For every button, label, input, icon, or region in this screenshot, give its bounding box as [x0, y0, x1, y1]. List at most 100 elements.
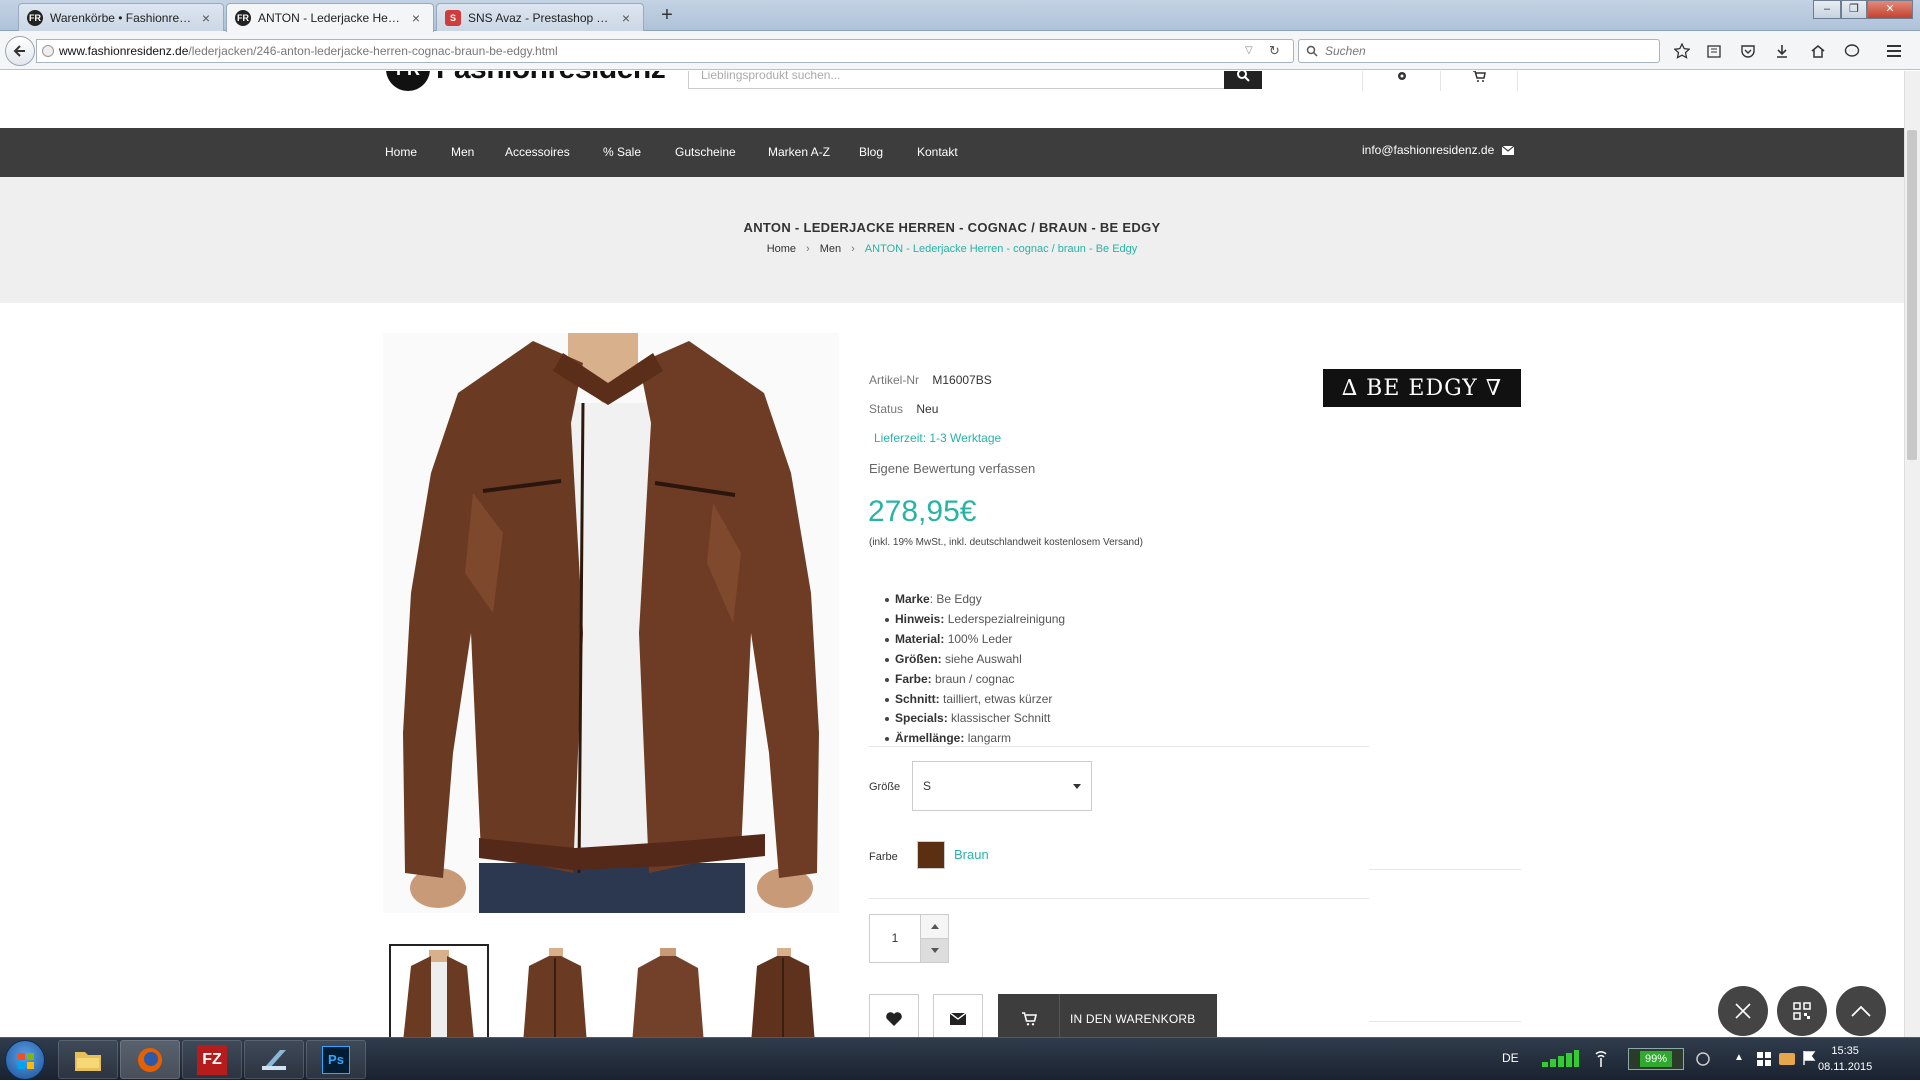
url-path: /lederjacken/246-anton-lederjacke-herren…: [188, 44, 558, 58]
nav-kontakt[interactable]: Kontakt: [917, 128, 958, 177]
reload-icon[interactable]: ↻: [1269, 40, 1280, 62]
product-main-image[interactable]: [383, 333, 839, 913]
divider: [1369, 869, 1521, 870]
battery-indicator[interactable]: 99%: [1628, 1048, 1684, 1070]
chat-icon[interactable]: [1842, 41, 1862, 61]
new-tab-button[interactable]: +: [656, 4, 678, 28]
folder-icon: [75, 1051, 101, 1071]
taskbar-explorer[interactable]: [58, 1040, 118, 1079]
jacket-thumbnail-image: [505, 944, 605, 1037]
feature-item: Schnitt: tailliert, etwas kürzer: [884, 690, 1065, 710]
window-minimize-button[interactable]: –: [1813, 0, 1841, 19]
language-indicator[interactable]: DE: [1502, 1051, 1519, 1065]
size-select-value: S: [923, 779, 932, 793]
back-button[interactable]: [5, 36, 35, 66]
color-name[interactable]: Braun: [954, 847, 989, 862]
close-floating-button[interactable]: [1718, 986, 1768, 1036]
browser-tab-bar: FR Warenkörbe • Fashionresid... × FR ANT…: [0, 0, 1920, 32]
show-hidden-icons-icon[interactable]: ▲: [1734, 1052, 1744, 1063]
delivery-time: Lieferzeit: 1-3 Werktage: [874, 431, 1002, 445]
windows-start-button[interactable]: [5, 1040, 45, 1080]
browser-tab-warenkorbe[interactable]: FR Warenkörbe • Fashionresid... ×: [18, 3, 224, 31]
breadcrumb-chevron-icon: ›: [851, 243, 855, 255]
home-icon[interactable]: [1808, 41, 1828, 61]
firefox-icon: [138, 1047, 162, 1072]
color-swatch-braun[interactable]: [917, 841, 945, 869]
pocket-icon[interactable]: [1738, 41, 1758, 61]
size-select[interactable]: S: [912, 761, 1092, 811]
nav-sale[interactable]: % Sale: [603, 128, 641, 177]
fashionresidenz-favicon-icon: FR: [235, 10, 251, 26]
nav-home[interactable]: Home: [385, 128, 417, 177]
cart-icon: [998, 994, 1060, 1037]
breadcrumb-men[interactable]: Men: [820, 243, 841, 255]
browser-search-input[interactable]: Suchen: [1298, 39, 1660, 63]
browser-tab-sns-avaz[interactable]: S SNS Avaz - Prestashop The... ×: [436, 3, 644, 31]
nav-accessoires[interactable]: Accessoires: [505, 128, 570, 177]
url-dropdown-icon[interactable]: ▽: [1245, 40, 1253, 62]
menu-hamburger-icon[interactable]: [1884, 41, 1904, 61]
divider: [869, 746, 1369, 747]
window-restore-button[interactable]: ❐: [1841, 0, 1867, 19]
bookmarks-list-icon[interactable]: [1704, 41, 1724, 61]
nav-gutscheine[interactable]: Gutscheine: [675, 128, 736, 177]
site-info-icon[interactable]: [42, 45, 54, 57]
taskbar-editor[interactable]: [244, 1040, 304, 1079]
tab-close-icon[interactable]: ×: [409, 10, 423, 26]
product-thumbnail-3[interactable]: [618, 944, 718, 1037]
wireless-icon[interactable]: [1592, 1050, 1610, 1068]
feature-item: Größen: siehe Auswahl: [884, 650, 1065, 670]
envelope-icon: [1502, 145, 1515, 155]
account-settings-button[interactable]: [1362, 71, 1440, 91]
flag-icon[interactable]: [1802, 1050, 1816, 1066]
feature-item: Specials: klassischer Schnitt: [884, 709, 1065, 729]
taskbar-firefox[interactable]: [120, 1040, 180, 1079]
nav-marken[interactable]: Marken A-Z: [768, 128, 830, 177]
header-email-link[interactable]: info@fashionresidenz.de: [1362, 128, 1515, 172]
downloads-icon[interactable]: [1772, 41, 1792, 61]
jacket-thumbnail-image: [733, 944, 833, 1037]
editor-icon: [262, 1049, 286, 1070]
add-to-cart-button[interactable]: IN DEN WARENKORB: [998, 994, 1217, 1037]
url-bar[interactable]: www.fashionresidenz.de/lederjacken/246-a…: [36, 39, 1294, 63]
tab-close-icon[interactable]: ×: [619, 10, 633, 26]
page-scrollbar-thumb[interactable]: [1907, 130, 1917, 460]
breadcrumb-home[interactable]: Home: [767, 243, 796, 255]
send-to-friend-button[interactable]: [933, 994, 983, 1037]
quantity-decrease-button[interactable]: [920, 938, 949, 963]
site-search-button[interactable]: [1224, 71, 1262, 89]
tab-close-icon[interactable]: ×: [199, 10, 213, 26]
sync-icon[interactable]: [1694, 1051, 1712, 1067]
search-icon: [1306, 45, 1318, 57]
product-thumbnail-1[interactable]: [389, 944, 489, 1037]
quantity-increase-button[interactable]: [920, 914, 949, 939]
tab-title: ANTON - Lederjacke Herre...: [258, 11, 403, 25]
site-search-input[interactable]: Lieblingsprodukt suchen...: [688, 71, 1224, 89]
scroll-to-top-button[interactable]: [1836, 986, 1886, 1036]
filezilla-icon: FZ: [197, 1044, 227, 1075]
signal-strength-icon[interactable]: [1540, 1050, 1580, 1068]
windows-flag-icon[interactable]: [1756, 1051, 1772, 1067]
nav-blog[interactable]: Blog: [859, 128, 883, 177]
article-number: M16007BS: [932, 373, 992, 387]
system-clock[interactable]: 15:35 08.11.2015: [1818, 1043, 1872, 1075]
action-center-icon[interactable]: [1778, 1051, 1796, 1067]
qr-code-button[interactable]: [1777, 986, 1827, 1036]
header-cart-button[interactable]: [1440, 71, 1518, 91]
add-to-cart-label: IN DEN WARENKORB: [1070, 1012, 1196, 1026]
wishlist-button[interactable]: [869, 994, 919, 1037]
bookmark-star-icon[interactable]: [1672, 41, 1692, 61]
quantity-input[interactable]: 1: [869, 914, 920, 963]
product-thumbnail-2[interactable]: [505, 944, 605, 1037]
product-thumbnail-4[interactable]: [733, 944, 833, 1037]
jacket-thumbnail-image: [618, 944, 718, 1037]
browser-tab-anton[interactable]: FR ANTON - Lederjacke Herre... ×: [226, 3, 434, 32]
clock-time: 15:35: [1831, 1045, 1859, 1057]
window-close-button[interactable]: ✕: [1867, 0, 1913, 19]
site-logo[interactable]: FR Fashionresidenz: [386, 71, 666, 91]
brand-logo[interactable]: ∆ BE EDGY ∇: [1323, 369, 1521, 407]
taskbar-photoshop[interactable]: Ps: [306, 1040, 366, 1079]
taskbar-filezilla[interactable]: FZ: [182, 1040, 242, 1079]
nav-men[interactable]: Men: [451, 128, 474, 177]
write-review-link[interactable]: Eigene Bewertung verfassen: [869, 461, 1035, 476]
